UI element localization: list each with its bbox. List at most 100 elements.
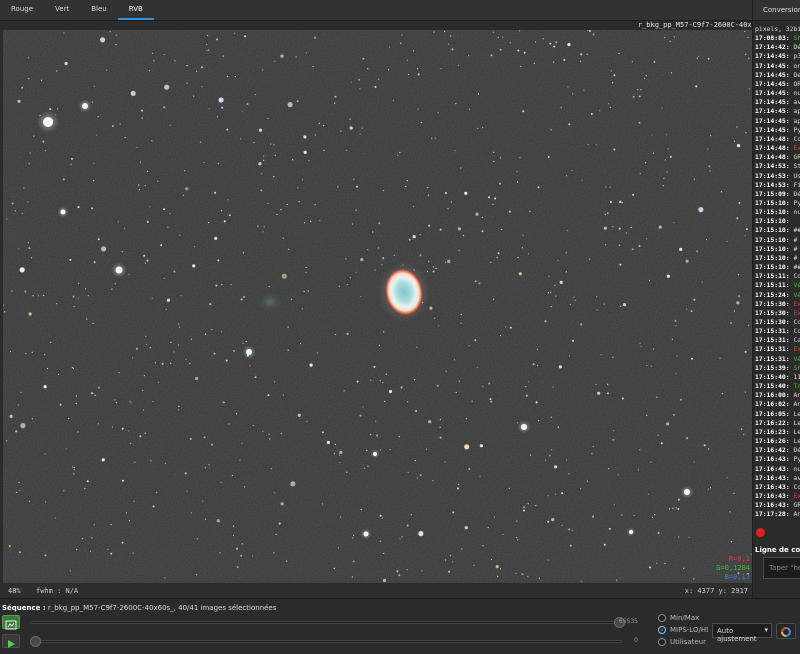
radio-utilisateur-dot[interactable] [658,638,666,646]
star [645,75,647,77]
star [174,60,176,62]
star [40,79,43,81]
star [538,577,541,579]
star [450,201,452,203]
command-input[interactable]: Taper "help [763,557,800,579]
star [448,43,450,45]
star [273,144,275,146]
color-palette-button[interactable] [776,623,796,639]
star [522,234,524,236]
star [580,580,582,582]
log-line: 17:15:11: Vé [755,281,800,290]
star [595,144,597,146]
log-message: nu [793,89,800,98]
star [447,259,451,263]
star [440,67,442,70]
log-timestamp: 17:16:43: [755,501,794,510]
star [91,207,94,210]
log-line: 17:15:31: Ex [755,345,800,354]
star [450,35,452,37]
star [115,402,117,404]
tab-vert[interactable]: Vert [44,0,80,20]
star [143,375,145,377]
star [233,349,236,352]
star [660,442,663,445]
star [688,536,690,538]
stop-icon[interactable] [756,528,765,537]
star [121,427,124,430]
star [499,157,501,159]
star [523,51,526,54]
star [703,444,706,447]
star [508,210,511,213]
star [588,30,591,32]
star [269,438,271,440]
star [736,217,739,220]
star [56,70,58,72]
star [206,49,208,52]
star [78,282,80,284]
star [163,106,166,109]
low-threshold-knob[interactable] [30,636,41,647]
star [741,428,743,430]
star [138,189,140,191]
star [153,60,155,62]
star [504,326,507,328]
radio-mips[interactable]: MIPS-LO/HI [658,626,708,634]
star [473,564,475,566]
star [125,512,128,514]
star [44,150,46,152]
star [397,154,399,156]
radio-utilisateur[interactable]: Utilisateur [658,638,706,646]
radio-minmax-dot[interactable] [658,614,666,622]
star [145,343,147,345]
star [20,391,22,393]
star [421,570,423,572]
star [572,339,574,342]
radio-mips-dot[interactable] [658,626,666,634]
high-threshold-slider[interactable] [30,617,625,628]
star [260,189,263,192]
tab-conversion[interactable]: Conversion [753,0,800,21]
star [245,340,247,343]
stretch-mode-dropdown[interactable]: Auto ajustement ▾ [712,623,772,643]
log-line: 17:15:10: ## [755,226,800,235]
log-message: # [793,235,798,244]
star [744,391,746,393]
save-image-button[interactable] [2,615,20,630]
star [15,491,18,493]
image-viewer[interactable]: R=0,1 G=0,1284 B=0,17 [3,30,752,583]
star [31,418,33,420]
star [675,507,677,509]
radio-minmax[interactable]: Min/Max [658,614,699,622]
star [444,30,446,32]
star [621,202,623,204]
star [545,459,547,461]
star [736,144,741,148]
star [360,295,362,298]
star [428,224,431,227]
play-button[interactable] [2,634,20,648]
star [204,518,207,520]
star [686,308,688,310]
tab-bleu[interactable]: Bleu [80,0,118,20]
star [170,362,172,364]
star [568,355,571,357]
tab-rouge[interactable]: Rouge [0,0,44,20]
log-message: Co [793,134,800,143]
star [619,263,622,266]
low-threshold-slider[interactable] [30,636,622,647]
star [407,401,409,403]
log-timestamp: 17:15:11: [755,281,794,290]
log-line: 17:15:31: Vé [755,355,800,364]
star [234,76,236,78]
star [240,298,243,301]
tab-rvb[interactable]: RVB [117,0,154,20]
star [270,143,272,145]
star [252,555,254,557]
star [457,64,459,66]
star [551,518,555,522]
star [596,296,598,298]
star [707,57,710,60]
log-timestamp: 17:15:10: [755,226,794,235]
